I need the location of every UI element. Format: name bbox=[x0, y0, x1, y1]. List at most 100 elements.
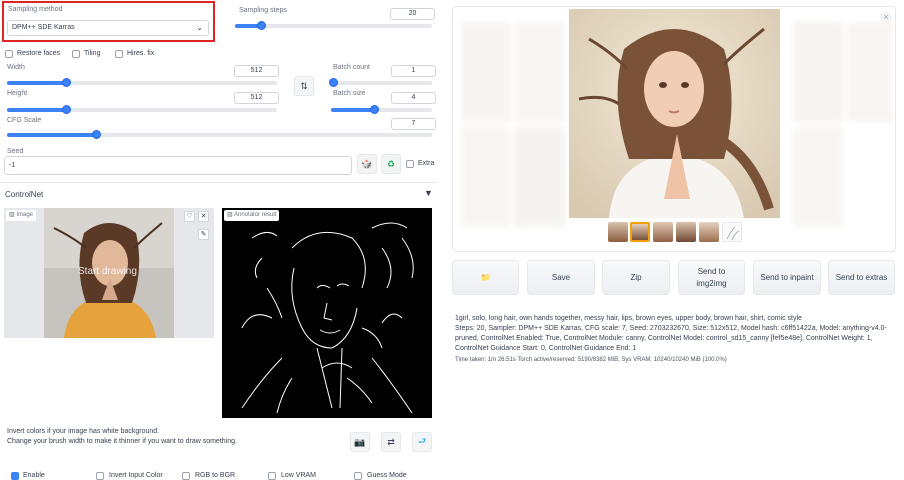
batch-size-slider[interactable] bbox=[331, 105, 432, 114]
image-tag: ▨ Image bbox=[6, 210, 37, 221]
height-slider[interactable] bbox=[7, 105, 277, 114]
random-seed-button[interactable]: 🎲 bbox=[357, 154, 377, 174]
remove-image-button[interactable]: ✕ bbox=[198, 211, 209, 222]
height-label: Height bbox=[7, 90, 28, 97]
slider-fill bbox=[7, 108, 67, 112]
send-to-inpaint-button[interactable]: Send to inpaint bbox=[753, 260, 821, 295]
recycle-icon: ♻ bbox=[386, 158, 396, 169]
rgb-to-bgr-label: RGB to BGR bbox=[195, 472, 236, 479]
thumbnail-5[interactable] bbox=[699, 222, 719, 242]
width-input[interactable]: 512 bbox=[234, 65, 279, 77]
restore-faces-checkbox[interactable] bbox=[5, 50, 13, 58]
swap-dimensions-button[interactable]: ⇅ bbox=[294, 76, 314, 96]
thumbnail-4[interactable] bbox=[676, 222, 696, 242]
thumbnail-1[interactable] bbox=[608, 222, 628, 242]
slider-thumb[interactable] bbox=[370, 105, 380, 114]
swap-canvas-button[interactable]: ⇄ bbox=[381, 432, 401, 452]
slider-thumb[interactable] bbox=[256, 21, 266, 30]
guess-mode-checkbox[interactable] bbox=[354, 472, 362, 480]
sampling-method-value: DPM++ SDE Karras bbox=[12, 24, 75, 31]
generation-prompt: 1girl, solo, long hair, own hands togeth… bbox=[455, 315, 802, 322]
rgb-to-bgr-checkbox[interactable] bbox=[182, 472, 190, 480]
start-drawing-overlay[interactable]: Start drawing bbox=[78, 266, 137, 277]
height-input[interactable]: 512 bbox=[234, 92, 279, 104]
hint-invert-text: Invert colors if your image has white ba… bbox=[7, 428, 160, 435]
canny-edge-map bbox=[241, 222, 414, 414]
chevron-down-icon: ⌄ bbox=[196, 23, 203, 32]
low-vram-checkbox[interactable] bbox=[268, 472, 276, 480]
reuse-seed-button[interactable]: ♻ bbox=[381, 154, 401, 174]
slider-thumb[interactable] bbox=[62, 78, 72, 87]
send-to-img2img-button[interactable]: Send to img2img bbox=[678, 260, 745, 295]
cfg-scale-input[interactable]: 7 bbox=[391, 118, 436, 130]
enable-checkbox[interactable] bbox=[11, 472, 19, 480]
low-vram-label: Low VRAM bbox=[281, 472, 317, 479]
slider-thumb[interactable] bbox=[92, 130, 102, 139]
enable-label: Enable bbox=[23, 472, 45, 479]
slider-fill bbox=[7, 81, 67, 85]
slider-fill bbox=[331, 108, 375, 112]
extra-seed-checkbox[interactable] bbox=[406, 160, 414, 168]
batch-size-input[interactable]: 4 bbox=[391, 92, 436, 104]
hires-fix-checkbox[interactable] bbox=[115, 50, 123, 58]
extra-seed-label: Extra bbox=[418, 160, 435, 167]
batch-count-slider[interactable] bbox=[329, 78, 432, 87]
zip-button[interactable]: Zip bbox=[602, 260, 670, 295]
save-button[interactable]: Save bbox=[527, 260, 595, 295]
folder-icon: 📁 bbox=[480, 273, 491, 282]
image-tag-label: Image bbox=[16, 212, 34, 218]
send-to-extras-button[interactable]: Send to extras bbox=[828, 260, 895, 295]
camera-button[interactable]: 📷 bbox=[350, 432, 370, 452]
batch-count-input[interactable]: 1 bbox=[391, 65, 436, 77]
sampling-steps-slider[interactable] bbox=[235, 21, 432, 30]
sampling-method-label: Sampling method bbox=[8, 6, 63, 13]
seed-label: Seed bbox=[7, 148, 24, 155]
batch-size-label: Batch size bbox=[333, 90, 366, 97]
invert-input-label: Invert Input Color bbox=[109, 472, 163, 479]
slider-thumb[interactable] bbox=[329, 78, 339, 87]
gallery-panel: × bbox=[452, 6, 896, 252]
close-icon: ✕ bbox=[200, 213, 207, 220]
dice-icon: 🎲 bbox=[361, 158, 373, 169]
thumbnail-3[interactable] bbox=[653, 222, 673, 242]
thumbnail-2[interactable] bbox=[630, 222, 650, 242]
batch-count-label: Batch count bbox=[333, 64, 370, 71]
send-dimensions-button[interactable]: ⮐ bbox=[412, 432, 432, 452]
tiling-label: Tiling bbox=[84, 50, 101, 57]
close-gallery-button[interactable]: × bbox=[880, 11, 892, 23]
open-folder-button[interactable]: 📁 bbox=[452, 260, 519, 295]
hint-brush-text: Change your brush width to make it thinn… bbox=[7, 438, 237, 445]
width-slider[interactable] bbox=[7, 78, 277, 87]
brush-button[interactable]: ✎ bbox=[198, 229, 209, 240]
invert-input-checkbox[interactable] bbox=[96, 472, 104, 480]
tiling-checkbox[interactable] bbox=[72, 50, 80, 58]
width-label: Width bbox=[7, 64, 25, 71]
controlnet-title[interactable]: ControlNet bbox=[5, 190, 43, 199]
sampling-steps-input[interactable]: 20 bbox=[390, 8, 435, 20]
generated-image[interactable] bbox=[569, 9, 780, 218]
arrow-return-icon: ⮐ bbox=[417, 436, 427, 446]
cfg-scale-slider[interactable] bbox=[7, 130, 432, 139]
guess-mode-label: Guess Mode bbox=[367, 472, 407, 479]
slider-fill bbox=[7, 133, 97, 137]
sampling-method-select[interactable]: DPM++ SDE Karras ⌄ bbox=[7, 20, 209, 36]
camera-icon: 📷 bbox=[354, 436, 366, 447]
sampling-steps-label: Sampling steps bbox=[239, 7, 287, 14]
send-to-img2img-label: Send to img2img bbox=[696, 266, 727, 288]
swap-icon: ⇅ bbox=[300, 80, 308, 91]
restore-faces-label: Restore faces bbox=[17, 50, 61, 57]
heart-icon: ♡ bbox=[186, 213, 193, 220]
collapse-triangle-icon[interactable]: ▼ bbox=[424, 188, 433, 198]
cfg-scale-label: CFG Scale bbox=[7, 117, 42, 124]
generation-time: Time taken: 1m 26.51s Torch active/reser… bbox=[455, 357, 727, 363]
clear-image-button[interactable]: ♡ bbox=[184, 211, 195, 222]
swap-icon: ⇄ bbox=[387, 436, 395, 447]
annotator-result: ▨ Annotator result bbox=[222, 208, 432, 418]
controlnet-image-input[interactable]: ▨ Image Start drawing ♡ ✕ ✎ bbox=[4, 208, 214, 338]
generation-params: Steps: 20, Sampler: DPM++ SDE Karras, CF… bbox=[455, 325, 887, 352]
thumbnail-6[interactable] bbox=[722, 222, 742, 242]
brush-icon: ✎ bbox=[200, 231, 207, 238]
seed-input[interactable]: -1 bbox=[4, 156, 352, 175]
hires-fix-label: Hires. fix bbox=[127, 50, 155, 57]
slider-thumb[interactable] bbox=[62, 105, 72, 114]
